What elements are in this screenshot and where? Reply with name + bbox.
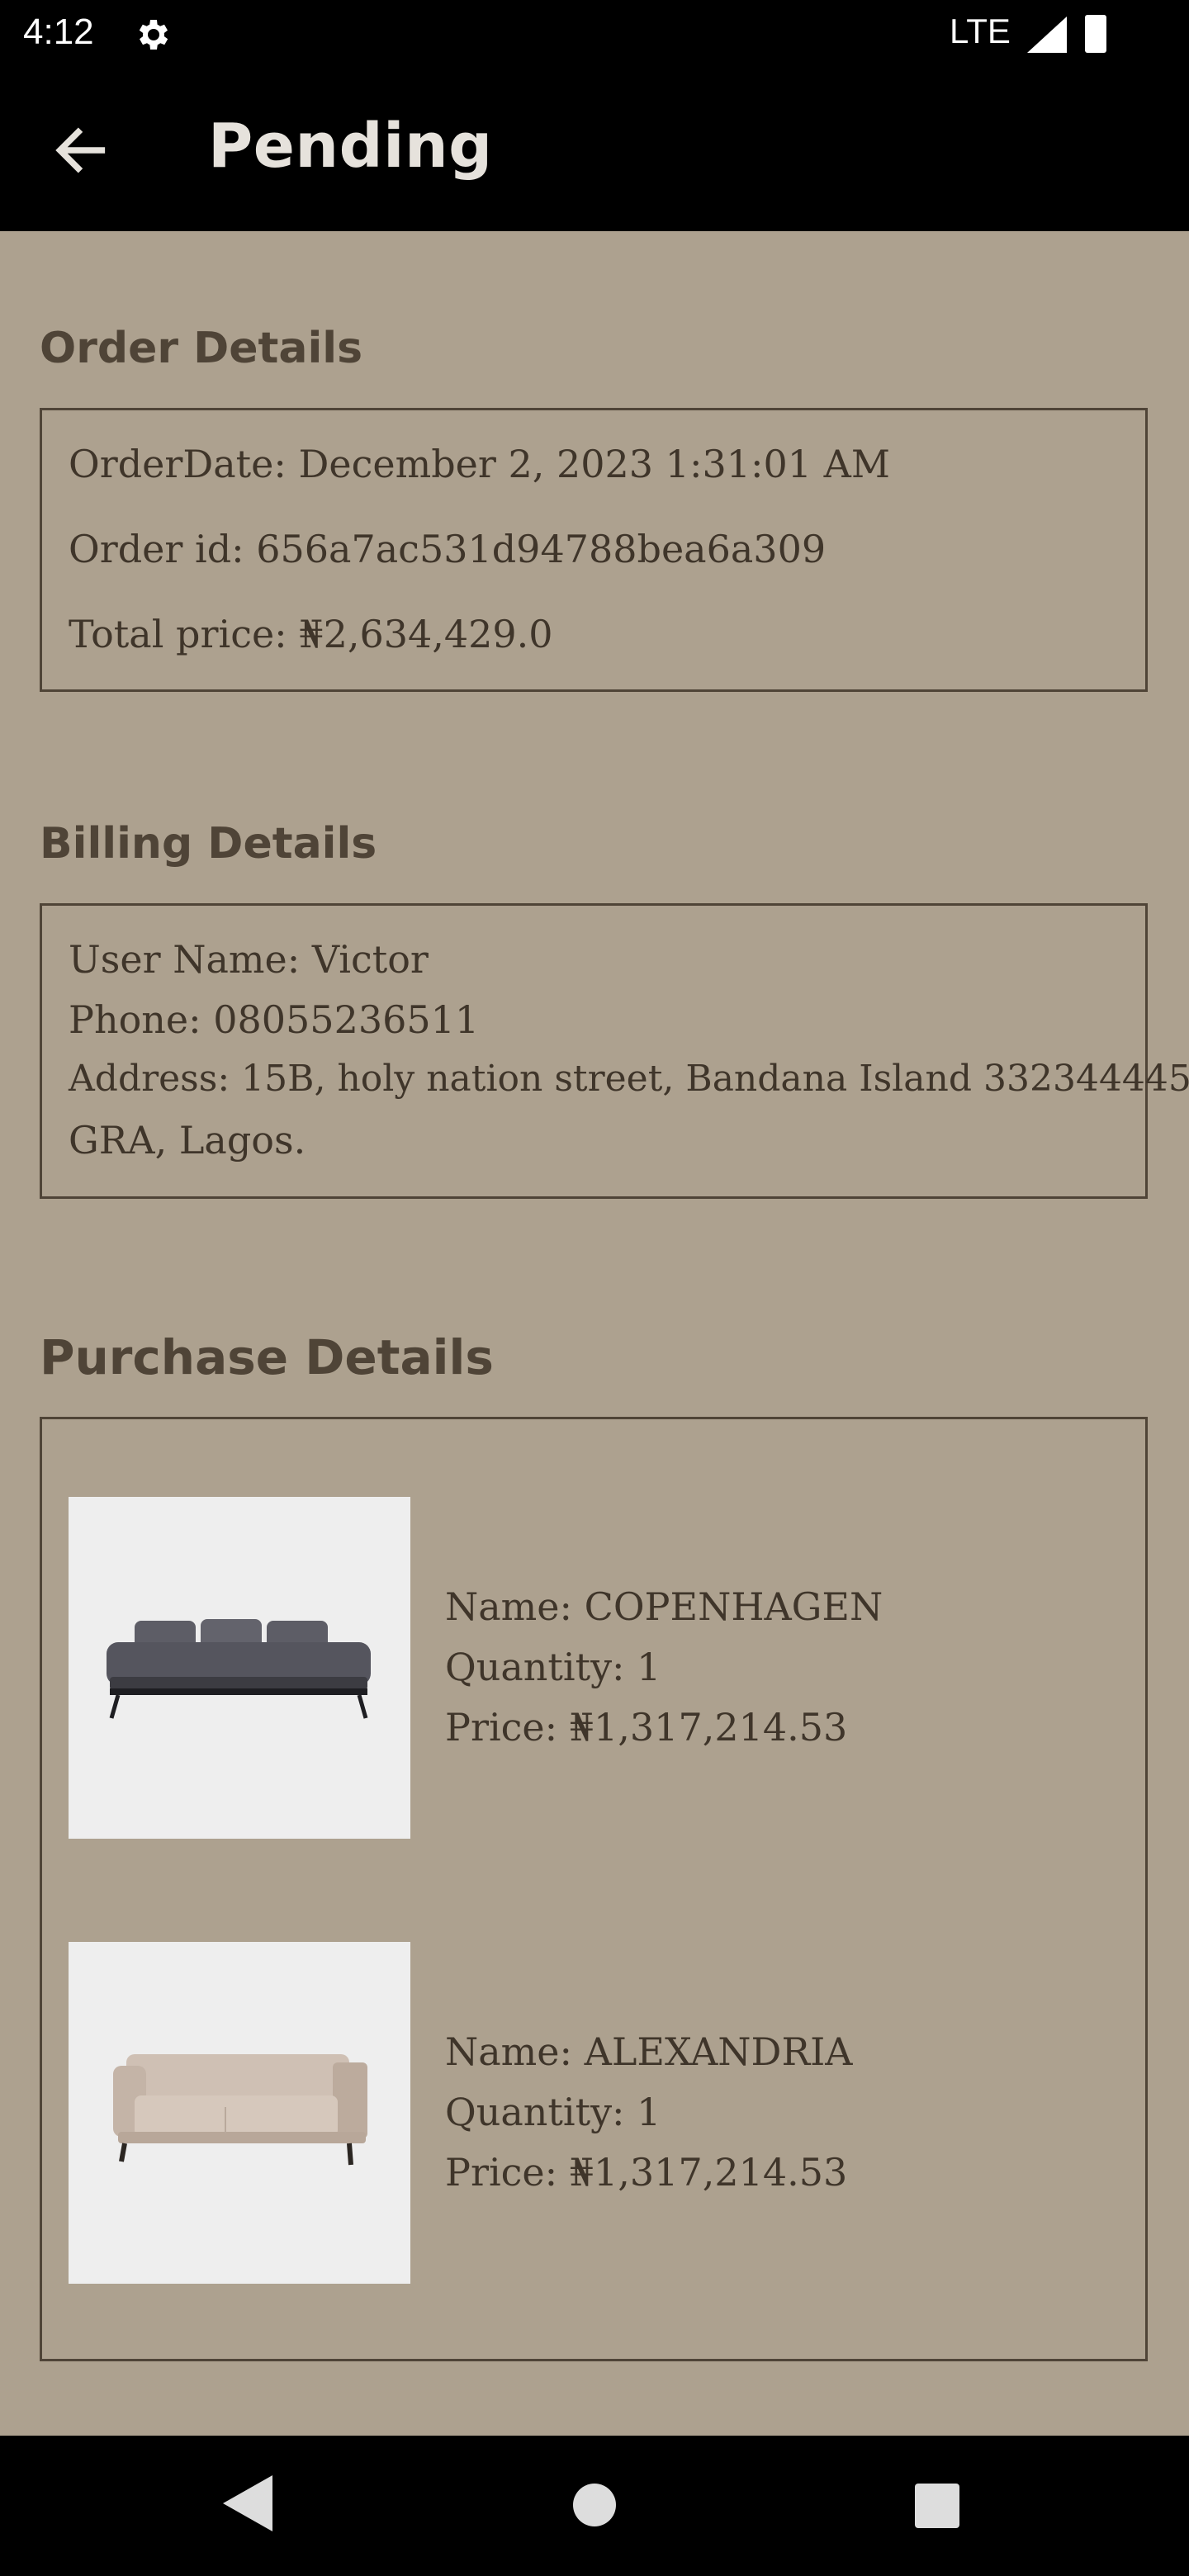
order-details-heading: Order Details xyxy=(40,324,363,373)
billing-details-heading: Billing Details xyxy=(40,819,377,869)
battery-icon xyxy=(1085,15,1106,53)
billing-details-box: User Name: Victor Phone: 08055236511 Add… xyxy=(40,903,1189,1199)
system-nav-bar xyxy=(0,2436,1189,2576)
item-name: Name: COPENHAGEN xyxy=(445,1584,883,1629)
arrow-left-icon[interactable] xyxy=(50,119,112,182)
app-bar: Pending xyxy=(0,69,1189,231)
address-line-1: Address: 15B, holy nation street, Bandan… xyxy=(69,1058,1189,1100)
nav-recents-icon[interactable] xyxy=(915,2484,959,2528)
network-label: LTE xyxy=(950,12,1011,50)
item-price: Price: ₦1,317,214.53 xyxy=(445,2150,848,2195)
nav-home-icon[interactable] xyxy=(573,2484,616,2526)
gear-icon xyxy=(139,20,168,50)
user-name: User Name: Victor xyxy=(69,937,429,982)
grey-sofa-image xyxy=(69,1497,410,1839)
sofa-icon xyxy=(113,2054,367,2166)
item-quantity: Quantity: 1 xyxy=(445,1645,661,1689)
order-id: Order id: 656a7ac531d94788bea6a309 xyxy=(69,527,827,571)
purchase-details-heading: Purchase Details xyxy=(40,1329,494,1385)
item-name: Name: ALEXANDRIA xyxy=(445,2029,853,2074)
order-date: OrderDate: December 2, 2023 1:31:01 AM xyxy=(69,442,890,486)
beige-sofa-image xyxy=(69,1942,410,2284)
phone: Phone: 08055236511 xyxy=(69,997,480,1042)
sofa-icon xyxy=(107,1619,371,1719)
status-time: 4:12 xyxy=(23,12,94,52)
status-bar: 4:12 LTE xyxy=(0,0,1189,69)
address-line-2: GRA, Lagos. xyxy=(69,1118,306,1163)
nav-back-icon[interactable] xyxy=(223,2475,276,2531)
purchase-details-box: Name: COPENHAGEN Quantity: 1 Price: ₦1,3… xyxy=(40,1417,1148,2361)
total-price: Total price: ₦2,634,429.0 xyxy=(69,612,553,656)
order-details-box: OrderDate: December 2, 2023 1:31:01 AM O… xyxy=(40,408,1148,692)
page-title: Pending xyxy=(208,111,493,182)
item-price: Price: ₦1,317,214.53 xyxy=(445,1705,848,1750)
item-quantity: Quantity: 1 xyxy=(445,2090,661,2134)
signal-icon xyxy=(1027,17,1067,53)
